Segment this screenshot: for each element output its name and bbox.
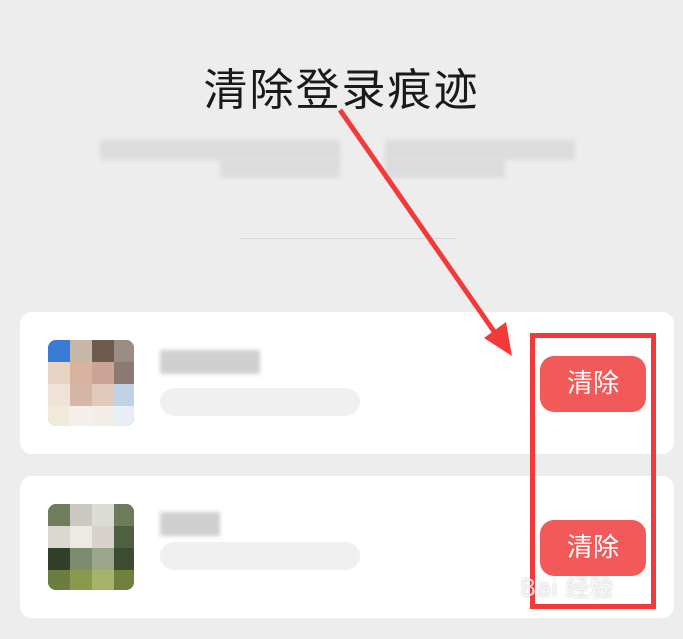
- watermark: Bai 经验: [520, 574, 614, 602]
